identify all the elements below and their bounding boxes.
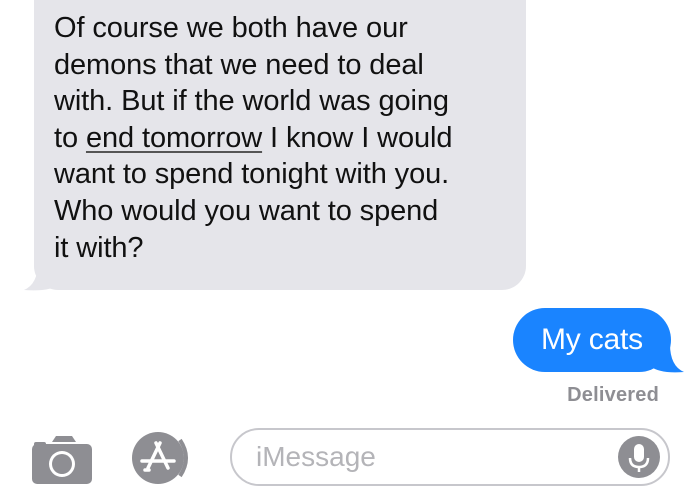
data-detector-link[interactable]: end tomorrow — [86, 122, 262, 154]
message-text: I know I would — [270, 121, 453, 154]
message-line: Of course we both have our — [54, 12, 408, 44]
app-store-icon — [132, 432, 188, 484]
message-thread: Of course we both have our demons that w… — [0, 0, 700, 420]
message-line: want to spend tonight with you. — [54, 158, 450, 191]
input-placeholder: iMessage — [256, 441, 376, 472]
message-line: Who would you want to spend — [54, 194, 439, 227]
camera-icon — [32, 436, 92, 484]
message-text: to — [54, 121, 78, 154]
incoming-message-bubble[interactable]: Of course we both have our demons that w… — [34, 0, 526, 290]
message-line: demons that we need to deal — [54, 48, 424, 81]
message-line: it with? — [54, 231, 144, 264]
camera-button[interactable] — [30, 434, 94, 486]
microphone-icon — [628, 444, 650, 472]
message-line: with. But if the world was going — [54, 85, 449, 118]
message-line-with-link: to end tomorrow I know I would — [54, 120, 506, 157]
app-store-button[interactable] — [130, 430, 196, 486]
message-input-bar: iMessage — [0, 420, 700, 499]
imessage-input[interactable]: iMessage — [230, 428, 670, 486]
messages-screen: Of course we both have our demons that w… — [0, 0, 700, 499]
delivery-status: Delivered — [567, 384, 659, 406]
dictation-button[interactable] — [618, 436, 660, 478]
outgoing-message-bubble[interactable]: My cats — [513, 308, 671, 372]
